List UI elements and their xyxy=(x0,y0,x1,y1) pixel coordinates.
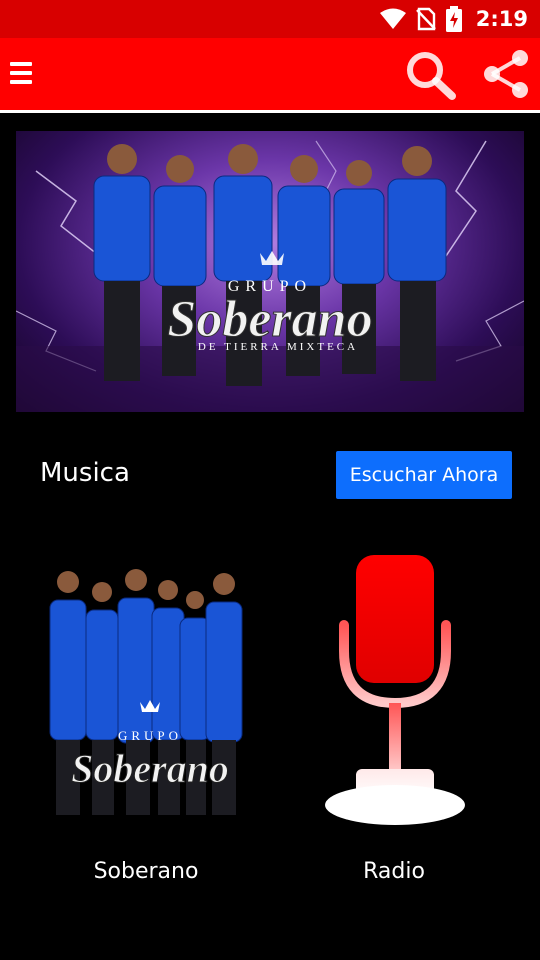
microphone-icon xyxy=(325,555,465,825)
soberano-image: GRUPO Soberano xyxy=(49,569,243,815)
status-time: 2:19 xyxy=(475,7,528,31)
wifi-icon xyxy=(379,8,406,29)
listen-now-button[interactable]: Escuchar Ahora xyxy=(336,451,512,499)
no-sim-icon xyxy=(415,7,436,31)
tile-label-radio[interactable]: Radio xyxy=(294,859,494,884)
app-bar-divider xyxy=(0,110,540,113)
soberano-logo-top: GRUPO xyxy=(118,728,182,743)
menu-button[interactable] xyxy=(10,58,32,88)
section-title: Musica xyxy=(40,458,130,488)
status-bar: 2:19 xyxy=(0,0,540,38)
soberano-logo-main: Soberano xyxy=(71,746,229,791)
share-icon xyxy=(484,50,528,98)
tile-label-soberano[interactable]: Soberano xyxy=(46,859,246,884)
banner-logo-sub: DE TIERRA MIXTECA xyxy=(198,341,358,353)
search-button[interactable] xyxy=(404,50,458,100)
search-icon xyxy=(407,52,456,100)
banner-image: GRUPO Soberano DE TIERRA MIXTECA xyxy=(16,131,524,412)
app-bar xyxy=(0,38,540,110)
share-button[interactable] xyxy=(480,48,532,100)
banner-logo-main: Soberano xyxy=(167,291,372,348)
battery-charging-icon xyxy=(445,6,462,32)
tile-soberano[interactable]: GRUPO Soberano xyxy=(46,560,246,822)
banner-art: GRUPO Soberano DE TIERRA MIXTECA xyxy=(16,140,524,412)
tile-radio[interactable] xyxy=(320,553,470,828)
